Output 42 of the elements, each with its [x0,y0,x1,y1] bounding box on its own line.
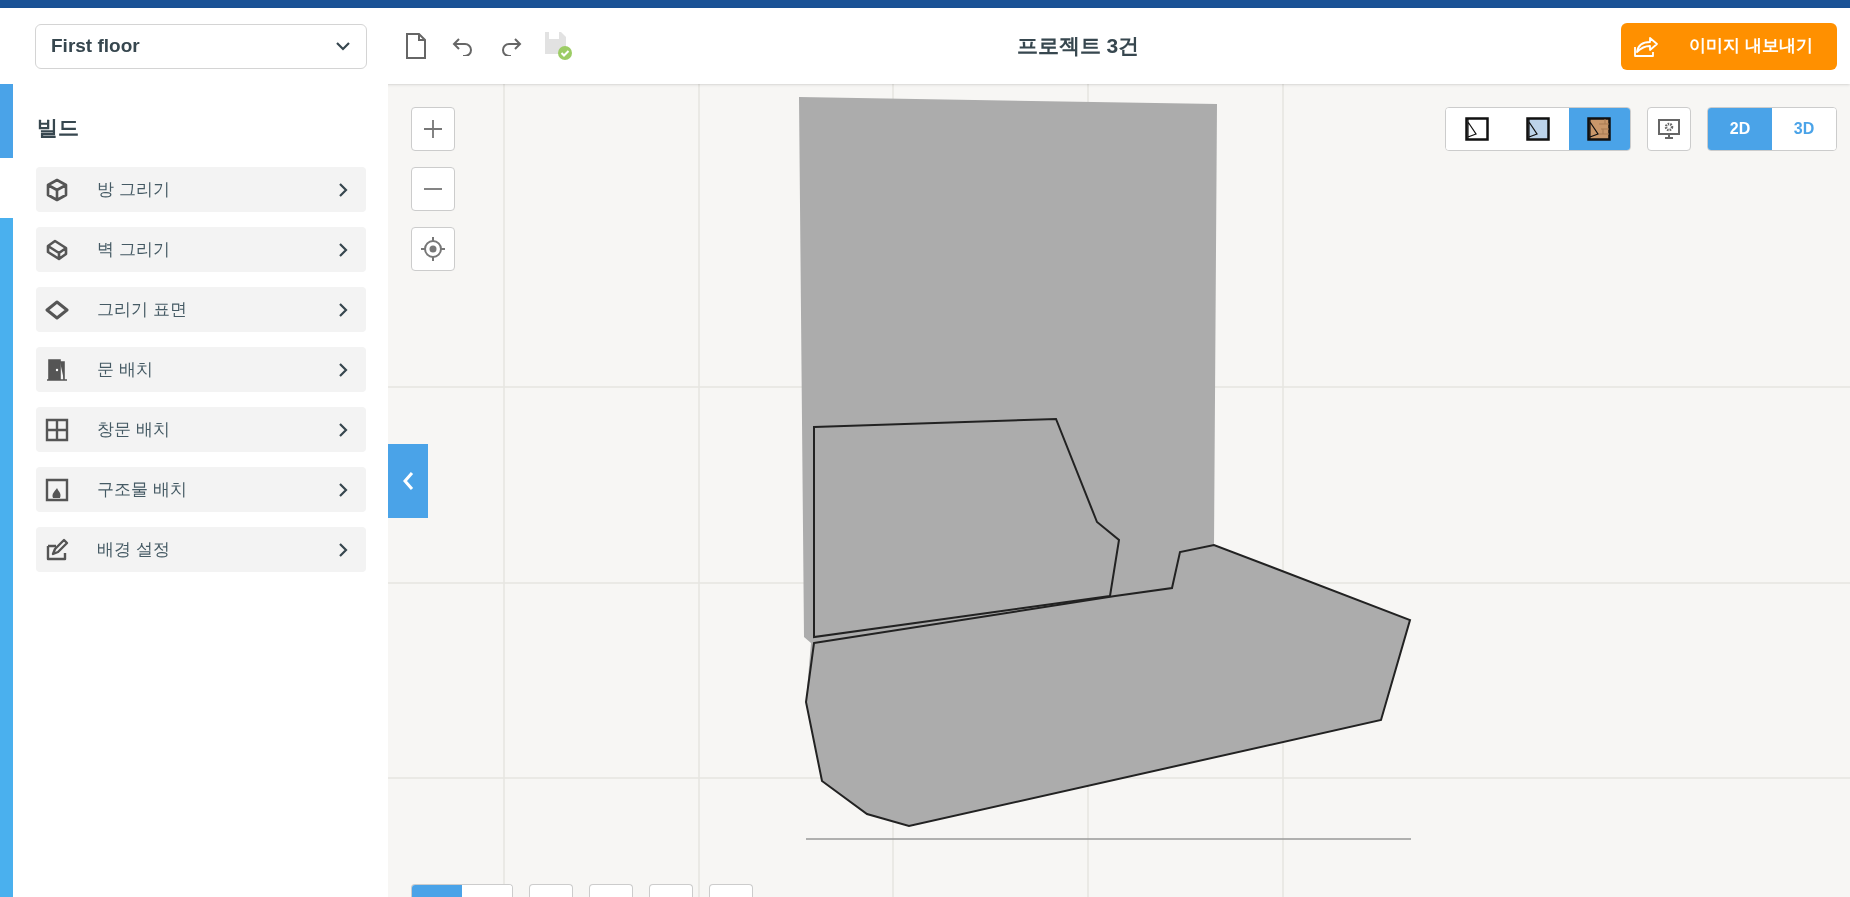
sidebar-menu-item[interactable]: 방 그리기 [36,167,366,212]
sidebar-menu-item[interactable]: 배경 설정 [36,527,366,572]
share-arrow-icon [1633,34,1659,58]
project-title: 프로젝트 3건 [1016,33,1140,60]
chevron-right-icon [338,301,348,318]
fireplace-icon [45,477,69,502]
cube-icon [45,177,69,202]
edit-box-icon [45,537,69,562]
wall-block-icon [45,237,69,262]
plus-icon [424,120,442,138]
sidebar-menu-item[interactable]: 구조물 배치 [36,467,366,512]
recenter-button[interactable] [411,227,455,271]
chevron-left-icon [402,471,414,491]
chevron-right-icon [338,481,348,498]
monitor-gear-icon [1657,117,1681,141]
sidebar-menu-item[interactable]: 문 배치 [36,347,366,392]
chevron-right-icon [338,181,348,198]
sidebar-menu-item[interactable]: 벽 그리기 [36,227,366,272]
sidebar-menu-item[interactable]: 창문 배치 [36,407,366,452]
window-grid-icon [45,417,69,442]
zoom-in-button[interactable] [411,107,455,151]
chevron-right-icon [338,541,348,558]
chevron-right-icon [338,361,348,378]
minus-icon [424,188,442,190]
sidebar-heading: 빌드 [36,115,80,141]
door-outline-icon [1464,117,1489,141]
redo-icon[interactable] [499,36,523,56]
view-mode-tab[interactable] [1568,108,1630,150]
sidebar-menu-item[interactable]: 그리기 표면 [36,287,366,332]
new-file-icon[interactable] [405,32,427,60]
floor-select[interactable]: First floor [35,23,367,69]
chevron-right-icon [338,241,348,258]
display-settings-button[interactable] [1647,107,1691,151]
saved-check-icon [543,30,575,62]
door-textured-icon [1587,117,1612,141]
door-icon [45,357,69,382]
floor-select-value: First floor [51,33,140,58]
chevron-down-icon [335,41,351,51]
door-filled-icon [1526,117,1550,141]
crosshair-icon [420,236,446,262]
undo-icon[interactable] [451,36,475,56]
chevron-right-icon [338,421,348,438]
